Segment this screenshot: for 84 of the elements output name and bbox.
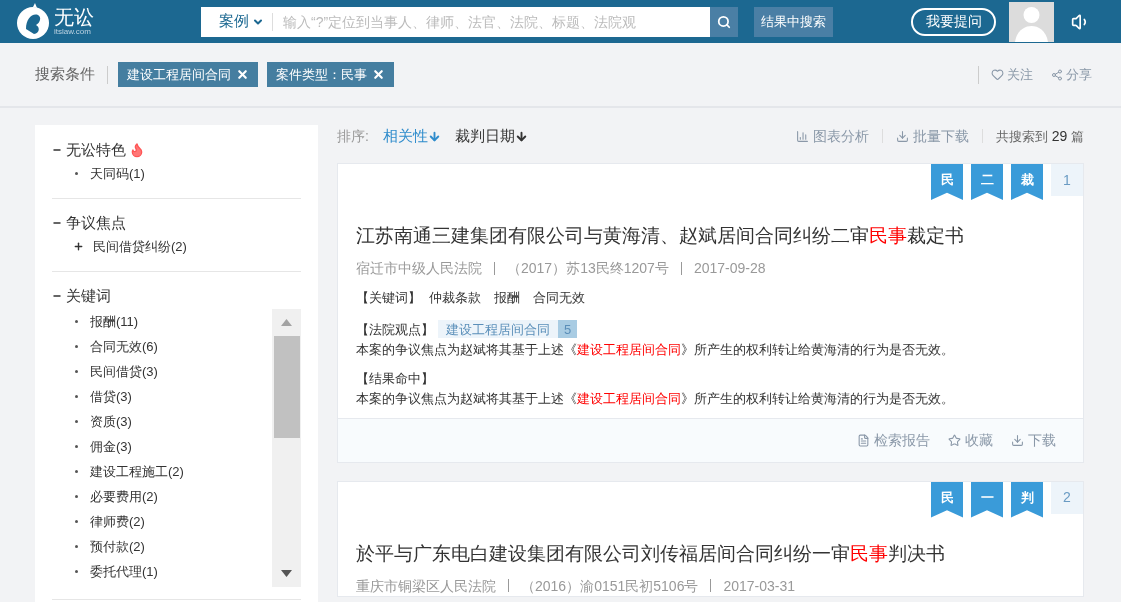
scroll-down-icon <box>281 570 292 577</box>
avatar-icon <box>1009 1 1054 42</box>
flame-icon <box>129 142 145 158</box>
filter-option[interactable]: 必要费用(2) <box>90 486 158 507</box>
search-field[interactable]: 输入“?”定位到当事人、律师、法官、法院、标题、法院观 <box>273 6 710 37</box>
keyword-tag[interactable]: 合同无效 <box>533 288 585 308</box>
conditions-label: 搜索条件 <box>35 64 95 85</box>
filter-option[interactable]: 委托代理(1) <box>90 561 158 582</box>
keyword-tag[interactable]: 仲裁条款 <box>429 288 481 308</box>
heart-icon <box>991 68 1004 81</box>
bullet-icon <box>75 320 78 323</box>
filter-tag[interactable]: 案件类型：民事 <box>267 62 394 87</box>
judgment-date: 2017-09-28 <box>693 259 766 278</box>
refine-search-button[interactable]: 结果中搜索 <box>754 6 833 37</box>
filter-option[interactable]: 建设工程施工(2) <box>90 461 184 482</box>
filter-option[interactable]: 佣金(3) <box>90 436 132 457</box>
scrollbar[interactable] <box>272 309 301 587</box>
opinion-label: 【法院观点】 <box>356 320 434 339</box>
ribbon-badge: 民 <box>931 481 963 518</box>
star-icon <box>948 433 961 447</box>
opinion-text: 本案的争议焦点为赵斌将其基于上述《建设工程居间合同》所产生的权利转让给黄海清的行为是否无效。 <box>356 342 954 357</box>
filter-option[interactable]: 报酬(11) <box>90 311 139 332</box>
document-icon <box>857 433 870 447</box>
result-index: 2 <box>1051 481 1083 514</box>
result-title-link[interactable]: 於平与广东电白建设集团有限公司刘传福居间合同纠纷一审民事判决书 <box>356 539 1065 568</box>
download-icon <box>1011 433 1024 447</box>
opinion-count: 5 <box>558 320 578 339</box>
judgment-date: 2017-03-31 <box>723 576 796 596</box>
bullet-icon <box>75 395 78 398</box>
share-icon <box>1051 68 1063 81</box>
bullet-icon <box>75 545 78 548</box>
ribbon-badge: 二 <box>971 164 1003 200</box>
bullet-icon <box>75 445 78 448</box>
ribbon-badge: 裁 <box>1011 164 1043 200</box>
sort-option[interactable]: 裁判日期 <box>454 124 528 148</box>
filter-option[interactable]: 民间借贷(3) <box>90 361 158 382</box>
bullet-icon <box>75 470 78 473</box>
result-hit-label: 【结果命中】 <box>356 370 434 386</box>
filter-option[interactable]: 合同无效(6) <box>90 336 158 357</box>
arrow-down-icon <box>427 129 441 143</box>
result-title-link[interactable]: 江苏南通三建集团有限公司与黄海清、赵斌居间合同纠纷二审民事裁定书 <box>356 222 1065 250</box>
filter-option[interactable]: 天同码(1) <box>90 163 145 184</box>
section-title: 无讼特色 <box>66 139 126 160</box>
court-name: 重庆市铜梁区人民法院 <box>356 576 496 596</box>
result-count: 共搜索到 29 篇 <box>996 126 1084 146</box>
plus-icon <box>73 241 84 252</box>
bar-chart-icon <box>796 129 810 143</box>
search-button[interactable] <box>710 6 738 37</box>
keyword-tag[interactable]: 报酬 <box>494 288 520 308</box>
keywords-label: 【关键词】 <box>356 289 421 307</box>
filter-option[interactable]: 律师费(2) <box>90 511 145 532</box>
section-title: 关键词 <box>66 285 111 306</box>
scroll-thumb[interactable] <box>273 336 300 438</box>
bullet-icon <box>75 420 78 423</box>
scroll-up-icon <box>281 319 292 326</box>
ribbon-badge: 判 <box>1011 481 1043 518</box>
logo-domain: itslaw.com <box>54 28 92 36</box>
filter-option[interactable]: 资质(3) <box>90 411 132 432</box>
section-title: 争议焦点 <box>66 212 126 233</box>
bullet-icon <box>75 370 78 373</box>
search-icon <box>717 14 731 29</box>
ribbon-badge: 民 <box>931 164 963 200</box>
remove-icon <box>236 68 249 81</box>
download-icon <box>896 129 910 143</box>
bullet-icon <box>75 495 78 498</box>
filter-option[interactable]: 民间借贷纠纷(2) <box>93 236 187 257</box>
result-index: 1 <box>1051 164 1083 196</box>
court-name: 宿迁市中级人民法院 <box>356 259 482 278</box>
bullet-icon <box>75 520 78 523</box>
remove-icon <box>372 68 385 81</box>
sort-label: 排序: <box>337 126 369 146</box>
bullet-icon <box>75 172 78 175</box>
ribbon-badge: 一 <box>971 481 1003 518</box>
filter-option[interactable]: 借贷(3) <box>90 386 132 407</box>
bullet-icon <box>75 570 78 573</box>
hit-text: 本案的争议焦点为赵斌将其基于上述《建设工程居间合同》所产生的权利转让给黄海清的行为是否无效。 <box>356 391 954 406</box>
case-number: （2017）苏13民终1207号 <box>507 259 669 278</box>
filter-tag[interactable]: 建设工程居间合同 <box>118 62 258 87</box>
arrow-down-icon <box>514 129 528 143</box>
logo-name: 无讼 <box>54 7 94 27</box>
case-number: （2016）渝0151民初5106号 <box>521 576 699 596</box>
ask-question-button[interactable]: 我要提问 <box>911 7 996 36</box>
bullet-icon <box>75 345 78 348</box>
filter-option[interactable]: 预付款(2) <box>90 536 145 557</box>
